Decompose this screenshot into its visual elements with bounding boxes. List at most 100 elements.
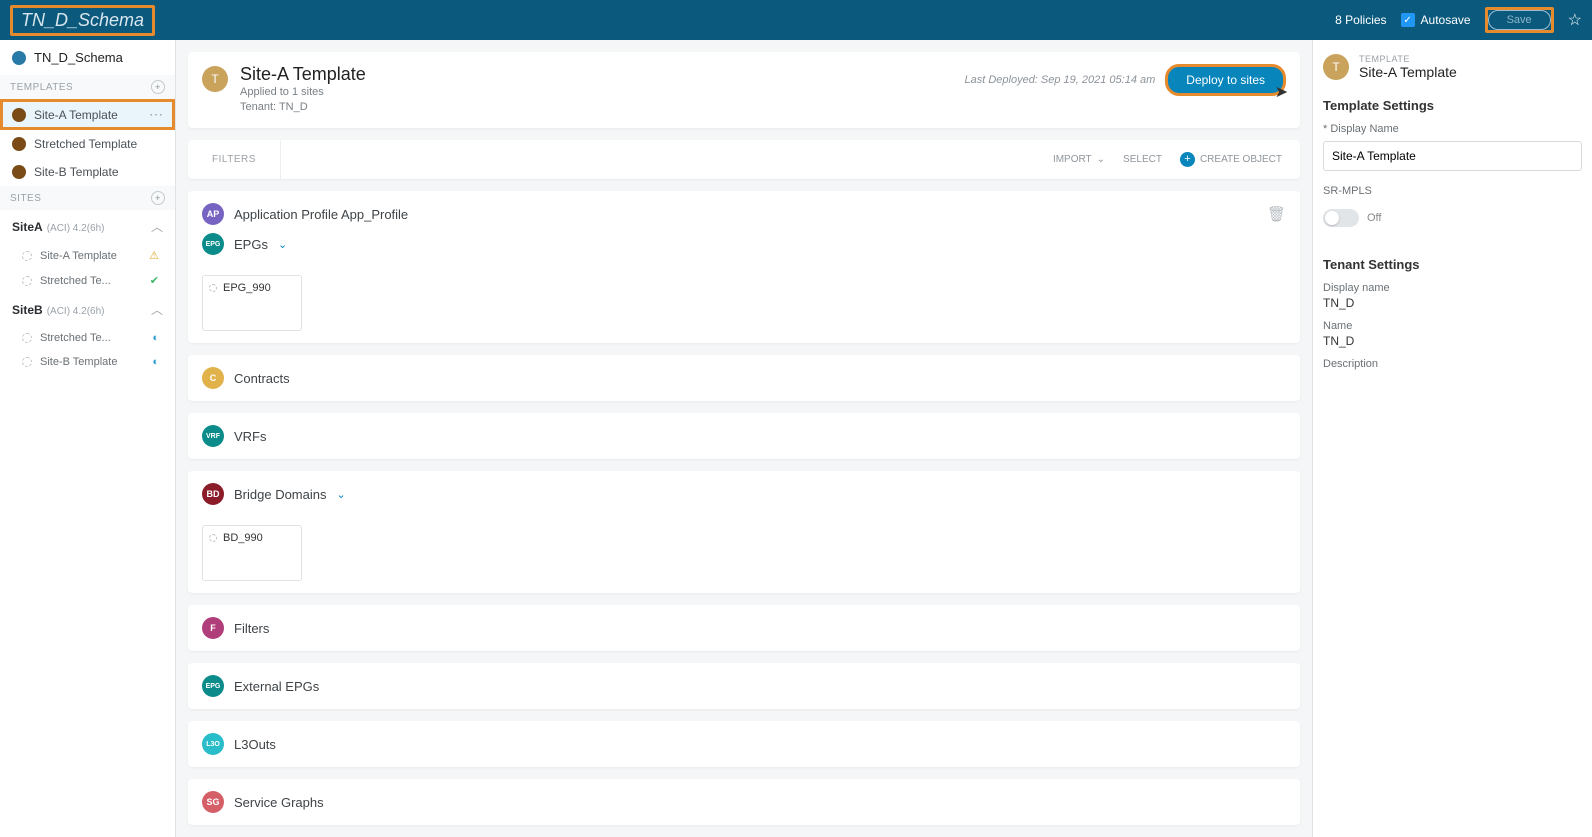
schema-name: TN_D_Schema	[34, 50, 123, 65]
tenant-dispname-label: Display name	[1323, 282, 1582, 294]
template-avatar: T	[1323, 54, 1349, 80]
badge-icon: EPG	[202, 675, 224, 697]
autosave-toggle[interactable]: ✓ Autosave	[1401, 13, 1471, 27]
bd-card[interactable]: BD_990	[202, 525, 302, 581]
section-label: TEMPLATES	[10, 82, 73, 93]
template-applied: Applied to 1 sites	[240, 85, 366, 100]
sidebar-item-template-a[interactable]: Site-A Template ⋯	[0, 99, 175, 130]
chevron-down-icon: ⌄	[1097, 154, 1105, 165]
deploy-button[interactable]: Deploy to sites	[1165, 64, 1286, 96]
dot-icon	[22, 251, 32, 261]
site-sub-item[interactable]: Stretched Te... ✔	[0, 268, 175, 293]
main-canvas: T Site-A Template Applied to 1 sites Ten…	[176, 40, 1312, 837]
template-icon	[12, 108, 26, 122]
badge-icon: C	[202, 367, 224, 389]
create-label: CREATE OBJECT	[1200, 154, 1282, 165]
add-site-icon[interactable]: +	[151, 191, 165, 205]
card-label: EPG_990	[223, 282, 271, 294]
section-external-epgs[interactable]: EPG External EPGs	[188, 663, 1300, 709]
section-title: Service Graphs	[234, 795, 324, 810]
add-template-icon[interactable]: +	[151, 80, 165, 94]
dot-icon	[22, 333, 32, 343]
schema-icon	[12, 51, 26, 65]
template-icon	[12, 165, 26, 179]
sidebar-item-template-b[interactable]: Site-B Template	[0, 158, 175, 186]
loading-icon: ◐	[152, 332, 159, 344]
badge-icon: BD	[202, 483, 224, 505]
srmpls-value: Off	[1367, 212, 1381, 224]
deploy-highlight: Deploy to sites ➤	[1165, 64, 1286, 96]
filters-label: FILTERS	[188, 140, 281, 179]
template-tenant: Tenant: TN_D	[240, 100, 366, 115]
template-header: T Site-A Template Applied to 1 sites Ten…	[188, 52, 1300, 128]
chevron-down-icon[interactable]: ⌄	[278, 238, 287, 251]
section-bridge-domains[interactable]: BD Bridge Domains ⌄ BD_990	[188, 471, 1300, 593]
site-sub-item[interactable]: Site-A Template ⚠	[0, 243, 175, 268]
badge-icon: AP	[202, 203, 224, 225]
autosave-label: Autosave	[1421, 13, 1471, 27]
loading-icon: ◐	[152, 356, 159, 368]
site-name: SiteB	[12, 303, 43, 317]
section-filters[interactable]: F Filters	[188, 605, 1300, 651]
epg-card[interactable]: EPG_990	[202, 275, 302, 331]
section-title: External EPGs	[234, 679, 319, 694]
template-label: Stretched Template	[34, 137, 137, 151]
sidebar-item-template-stretched[interactable]: Stretched Template	[0, 130, 175, 158]
sub-label: Stretched Te...	[40, 332, 111, 344]
section-contracts[interactable]: C Contracts	[188, 355, 1300, 401]
filter-bar: FILTERS IMPORT ⌄ SELECT + CREATE OBJECT	[188, 140, 1300, 179]
dot-icon	[22, 357, 32, 367]
tenant-name-value: TN_D	[1323, 334, 1582, 348]
section-title: Contracts	[234, 371, 290, 386]
site-name: SiteA	[12, 220, 43, 234]
section-title: Application Profile App_Profile	[234, 207, 408, 222]
section-title: EPGs	[234, 237, 268, 252]
last-deployed: Last Deployed: Sep 19, 2021 05:14 am	[964, 74, 1155, 86]
warning-icon: ⚠	[149, 249, 159, 262]
badge-icon: L3O	[202, 733, 224, 755]
schema-title: TN_D_Schema	[10, 5, 155, 36]
site-sub-item[interactable]: Site-B Template ◐	[0, 350, 175, 374]
sidebar-schema[interactable]: TN_D_Schema	[0, 40, 175, 75]
section-title: VRFs	[234, 429, 267, 444]
srmpls-toggle[interactable]	[1323, 209, 1359, 227]
section-l3outs[interactable]: L3O L3Outs	[188, 721, 1300, 767]
checkbox-icon: ✓	[1401, 13, 1415, 27]
sidebar: TN_D_Schema TEMPLATES + Site-A Template …	[0, 40, 176, 837]
plus-icon: +	[1180, 152, 1195, 167]
trash-icon[interactable]: 🗑	[1267, 205, 1286, 223]
chevron-up-icon[interactable]: ︿	[151, 218, 163, 235]
more-icon[interactable]: ⋯	[149, 106, 163, 123]
display-name-input[interactable]	[1323, 141, 1582, 171]
select-link[interactable]: SELECT	[1123, 154, 1162, 165]
template-settings-title: Template Settings	[1323, 98, 1582, 113]
section-title: Bridge Domains	[234, 487, 327, 502]
top-bar: TN_D_Schema 8 Policies ✓ Autosave Save ☆	[0, 0, 1592, 40]
sidebar-section-sites: SITES +	[0, 186, 175, 210]
srmpls-label: SR-MPLS	[1323, 185, 1582, 197]
save-button[interactable]: Save	[1488, 10, 1551, 30]
tenant-desc-label: Description	[1323, 358, 1582, 370]
policies-count[interactable]: 8 Policies	[1335, 13, 1386, 27]
import-dropdown[interactable]: IMPORT ⌄	[1053, 154, 1105, 165]
chevron-down-icon[interactable]: ⌄	[337, 488, 346, 501]
create-object-button[interactable]: + CREATE OBJECT	[1180, 152, 1282, 167]
filter-input[interactable]	[281, 140, 1035, 179]
section-vrfs[interactable]: VRF VRFs	[188, 413, 1300, 459]
check-icon: ✔	[150, 274, 159, 287]
section-service-graphs[interactable]: SG Service Graphs	[188, 779, 1300, 825]
panel-label-sm: TEMPLATE	[1359, 54, 1457, 64]
section-app-profile[interactable]: AP Application Profile App_Profile 🗑 EPG…	[188, 191, 1300, 343]
sidebar-site-b[interactable]: SiteB (ACI) 4.2(6h) ︿	[0, 293, 175, 326]
badge-icon: F	[202, 617, 224, 639]
chevron-up-icon[interactable]: ︿	[151, 301, 163, 318]
site-meta: (ACI) 4.2(6h)	[47, 306, 105, 317]
section-title: Filters	[234, 621, 269, 636]
site-meta: (ACI) 4.2(6h)	[47, 223, 105, 234]
star-icon[interactable]: ☆	[1568, 10, 1582, 30]
sidebar-site-a[interactable]: SiteA (ACI) 4.2(6h) ︿	[0, 210, 175, 243]
site-sub-item[interactable]: Stretched Te... ◐	[0, 326, 175, 350]
badge-icon: SG	[202, 791, 224, 813]
template-avatar: T	[202, 66, 228, 92]
template-label: Site-B Template	[34, 165, 119, 179]
